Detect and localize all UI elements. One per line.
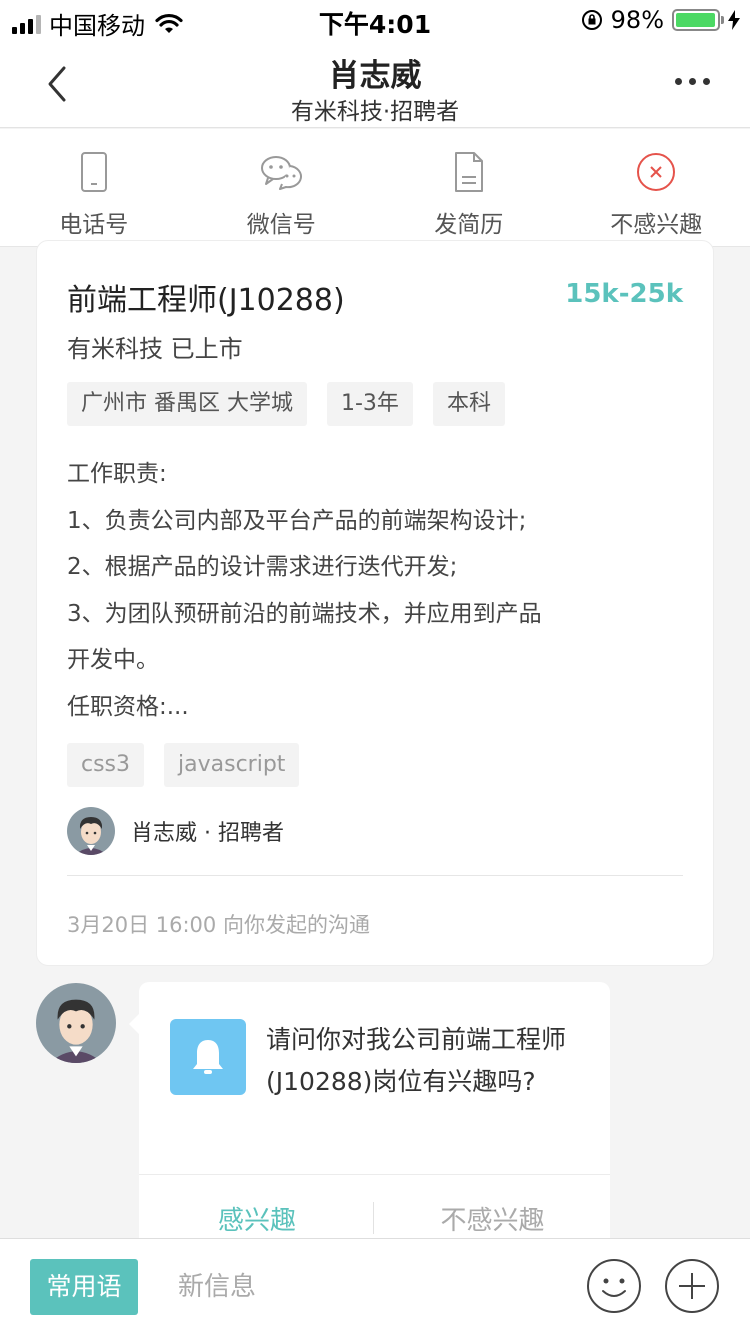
action-not-interested-label: 不感兴趣 [610,212,703,238]
recruiter-info: 肖志威 · 招聘者 [67,807,284,855]
status-bar: 中国移动 下午4:01 98% [0,0,750,40]
message-text: 请问你对我公司前端工程师(J10288)岗位有兴趣吗? [266,1025,567,1096]
desc-line: 工作职责: [67,461,167,487]
sender-avatar[interactable] [36,983,116,1063]
recruiter-name: 肖志威 · 招聘者 [131,821,284,846]
bubble-divider [139,1174,610,1175]
message-bubble: 请问你对我公司前端工程师(J10288)岗位有兴趣吗? 感兴趣 不感兴趣 [129,982,610,1252]
action-not-interested[interactable]: 不感兴趣 [563,129,750,246]
skill-tag: javascript [164,743,300,787]
battery-fill [676,13,716,27]
resume-icon [454,152,483,192]
skill-tag: css3 [67,743,145,787]
status-left: 中国移动 [12,6,183,41]
action-wechat[interactable]: 微信号 [188,129,376,246]
signal-icon [12,14,41,34]
tag-location: 广州市 番禺区 大学城 [67,382,307,426]
contact-subtitle: 有米科技·招聘者 [290,99,460,125]
tag-education: 本科 [432,382,505,426]
contact-name: 肖志威 [328,58,422,94]
carrier-label: 中国移动 [49,12,145,40]
action-resume[interactable]: 发简历 [375,129,563,246]
action-wechat-label: 微信号 [246,212,316,238]
not-interested-button[interactable]: 不感兴趣 [375,1200,610,1237]
desc-line: 任职资格:... [67,693,189,720]
wifi-icon [155,13,183,33]
communication-time: 3月20日 16:00 向你发起的沟通 [67,913,370,937]
job-tags: 广州市 番禺区 大学城 1-3年 本科 [67,382,505,426]
common-phrases-button[interactable]: 常用语 [30,1259,138,1315]
action-resume-label: 发简历 [434,212,504,238]
wechat-icon [261,156,303,190]
skill-tags: css3 javascript [67,743,300,787]
charging-bolt-icon [728,10,740,30]
desc-line: 2、根据产品的设计需求进行迭代开发; [67,554,458,580]
recruiter-avatar [67,807,115,855]
job-salary: 15k-25k [565,279,683,309]
interested-button[interactable]: 感兴趣 [139,1200,375,1237]
status-right: 98% [581,6,740,34]
company-info: 有米科技 已上市 [67,335,243,363]
plus-icon[interactable] [663,1257,721,1315]
more-options-icon[interactable] [675,78,710,85]
job-description: 工作职责: 1、负责公司内部及平台产品的前端架构设计; 2、根据产品的设计需求进… [67,451,687,730]
desc-line: 开发中。 [67,647,159,673]
emoji-icon[interactable] [585,1257,643,1315]
chat-header: 肖志威 有米科技·招聘者 [0,40,750,128]
message-input[interactable] [160,1257,560,1317]
bell-icon [170,1019,246,1095]
card-divider [67,875,683,876]
button-separator [373,1202,374,1234]
job-title: 前端工程师(J10288) [67,283,345,318]
tag-experience: 1-3年 [327,382,413,426]
job-card[interactable]: 前端工程师(J10288) 15k-25k 有米科技 已上市 广州市 番禺区 大… [36,240,714,966]
input-bar: 常用语 [0,1238,750,1334]
action-phone[interactable]: 电话号 [0,129,188,246]
rotation-lock-icon [581,10,602,30]
action-phone-label: 电话号 [59,212,129,238]
action-bar: 电话号 微信号 发简历 不感兴趣 [0,129,750,247]
battery-icon [672,9,724,31]
close-circle-icon [637,153,676,191]
battery-percent: 98% [610,6,664,34]
desc-line: 3、为团队预研前沿的前端技术，并应用到产品 [67,600,542,627]
desc-line: 1、负责公司内部及平台产品的前端架构设计; [67,507,527,534]
phone-icon [80,152,107,192]
